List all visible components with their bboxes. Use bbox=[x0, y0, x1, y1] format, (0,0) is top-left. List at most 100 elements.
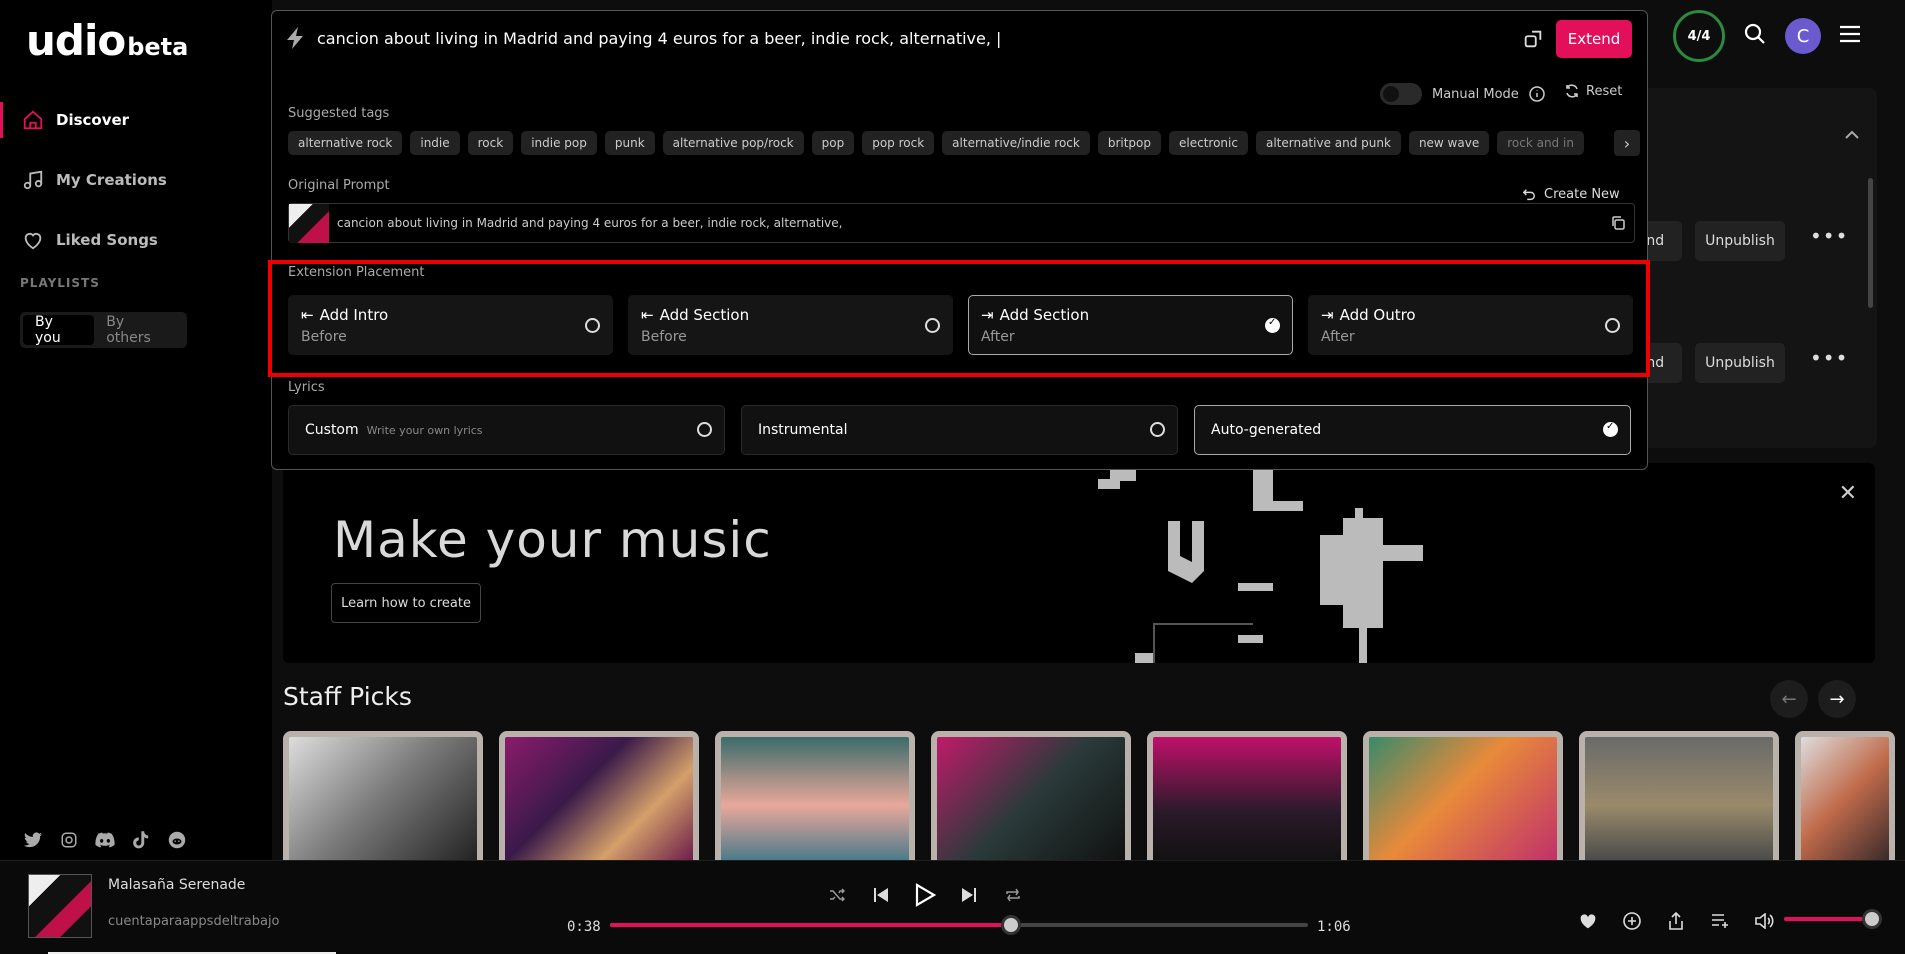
close-icon[interactable]: ✕ bbox=[1839, 481, 1857, 506]
music-note-icon bbox=[23, 170, 43, 190]
tag-chip[interactable]: rock bbox=[467, 131, 514, 155]
sidebar-item-liked-songs[interactable]: Liked Songs bbox=[0, 210, 272, 270]
lyrics-instrumental-option[interactable]: Instrumental bbox=[741, 405, 1178, 455]
more-icon[interactable]: ••• bbox=[1810, 346, 1848, 370]
tag-chip[interactable]: alternative pop/rock bbox=[662, 131, 804, 155]
add-icon[interactable] bbox=[1614, 907, 1650, 935]
radio-button[interactable] bbox=[1605, 318, 1620, 333]
staff-pick-card[interactable] bbox=[715, 731, 915, 861]
by-you-tab[interactable]: By you bbox=[23, 314, 95, 346]
tag-chip[interactable]: alternative and punk bbox=[1255, 131, 1401, 155]
prompt-input[interactable]: cancion about living in Madrid and payin… bbox=[317, 29, 1001, 48]
make-music-banner: Make your music Learn how to create ✕ bbox=[283, 463, 1875, 663]
progress-bar[interactable] bbox=[610, 915, 1308, 935]
tag-chip[interactable]: alternative rock bbox=[288, 131, 403, 155]
tag-chip[interactable]: punk bbox=[604, 131, 655, 155]
logo-text: udio bbox=[26, 16, 126, 65]
shuffle-icon[interactable] bbox=[815, 877, 859, 913]
tag-chip[interactable]: alternative/indie rock bbox=[942, 131, 1090, 155]
instagram-icon[interactable] bbox=[58, 829, 80, 851]
extend-button[interactable]: Extend bbox=[1556, 20, 1632, 58]
tag-chip[interactable]: pop bbox=[811, 131, 855, 155]
staff-pick-card[interactable] bbox=[931, 731, 1131, 861]
original-prompt-label: Original Prompt bbox=[288, 178, 390, 193]
placement-add-outro[interactable]: ⇥ Add Outro After bbox=[1308, 295, 1633, 355]
tag-chip[interactable]: indie pop bbox=[521, 131, 597, 155]
sidebar-item-my-creations[interactable]: My Creations bbox=[0, 150, 272, 210]
lyrics-custom-hint: Write your own lyrics bbox=[366, 424, 483, 437]
search-icon[interactable] bbox=[1743, 22, 1767, 50]
staff-pick-card[interactable] bbox=[1147, 731, 1347, 861]
tag-chip[interactable]: new wave bbox=[1408, 131, 1490, 155]
placement-title: ⇤ Add Intro bbox=[301, 306, 388, 324]
chevron-up-icon[interactable] bbox=[1845, 130, 1859, 140]
twitter-icon[interactable] bbox=[22, 829, 44, 851]
info-icon[interactable] bbox=[1529, 86, 1545, 102]
unpublish-button-row-2[interactable]: Unpublish bbox=[1695, 343, 1785, 383]
volume-icon[interactable] bbox=[1746, 907, 1782, 935]
tag-chip[interactable]: britpop bbox=[1097, 131, 1162, 155]
create-new-button[interactable]: Create New bbox=[1522, 187, 1620, 202]
track-title[interactable]: Malasaña Serenade bbox=[108, 877, 245, 893]
radio-button[interactable] bbox=[925, 318, 940, 333]
tiktok-icon[interactable] bbox=[130, 829, 152, 851]
social-links bbox=[22, 829, 188, 851]
share-icon[interactable] bbox=[1522, 28, 1544, 50]
repeat-icon[interactable] bbox=[991, 877, 1035, 913]
placement-title: ⇤ Add Section bbox=[641, 306, 749, 324]
tag-chip[interactable]: indie bbox=[410, 131, 460, 155]
volume-slider[interactable] bbox=[1784, 909, 1882, 929]
staff-pick-card[interactable] bbox=[283, 731, 483, 861]
share-icon[interactable] bbox=[1658, 907, 1694, 935]
radio-button-checked[interactable] bbox=[1265, 317, 1280, 333]
tag-chip[interactable]: electronic bbox=[1169, 131, 1248, 155]
chevron-right-icon[interactable]: › bbox=[1614, 130, 1640, 156]
sidebar-item-discover[interactable]: Discover bbox=[0, 90, 272, 150]
play-icon[interactable] bbox=[903, 877, 947, 913]
staff-pick-card[interactable] bbox=[1363, 731, 1563, 861]
arrow-right-icon[interactable]: → bbox=[1818, 680, 1856, 718]
manual-mode-toggle[interactable] bbox=[1380, 83, 1422, 105]
credits-counter[interactable]: 4/4 bbox=[1673, 10, 1725, 62]
reset-button[interactable]: Reset bbox=[1564, 83, 1622, 99]
track-art bbox=[289, 204, 329, 243]
lyrics-auto-option[interactable]: Auto-generated bbox=[1194, 405, 1631, 455]
staff-pick-card[interactable] bbox=[499, 731, 699, 861]
volume-handle[interactable] bbox=[1862, 909, 1882, 929]
tag-chip[interactable]: pop rock bbox=[862, 131, 935, 155]
heart-icon[interactable] bbox=[1570, 907, 1606, 935]
track-art[interactable] bbox=[28, 874, 92, 938]
lyrics-custom-option[interactable]: Custom Write your own lyrics bbox=[288, 405, 725, 455]
arrow-left-icon[interactable]: ← bbox=[1770, 680, 1808, 718]
radio-button-checked[interactable] bbox=[1603, 421, 1618, 437]
staff-pick-card[interactable] bbox=[1795, 731, 1895, 861]
playlists-label: PLAYLISTS bbox=[20, 276, 100, 290]
tag-chip[interactable]: rock and in bbox=[1497, 131, 1584, 155]
unpublish-button-row-1[interactable]: Unpublish bbox=[1695, 221, 1785, 261]
next-icon[interactable] bbox=[947, 877, 991, 913]
scrollbar[interactable] bbox=[1868, 178, 1873, 308]
queue-icon[interactable] bbox=[1702, 907, 1738, 935]
placement-add-section-after[interactable]: ⇥ Add Section After bbox=[968, 295, 1293, 355]
progress-handle[interactable] bbox=[1001, 915, 1022, 935]
more-icon[interactable]: ••• bbox=[1810, 224, 1848, 248]
previous-icon[interactable] bbox=[859, 877, 903, 913]
staff-picks-list bbox=[283, 731, 1895, 861]
avatar[interactable]: C bbox=[1785, 18, 1821, 54]
suggested-tags: alternative rock indie rock indie pop pu… bbox=[288, 131, 1635, 157]
menu-icon[interactable] bbox=[1839, 25, 1861, 47]
by-others-tab[interactable]: By others bbox=[94, 314, 184, 346]
copy-icon[interactable] bbox=[1610, 215, 1626, 231]
radio-button[interactable] bbox=[1150, 422, 1165, 437]
radio-button[interactable] bbox=[697, 422, 712, 437]
staff-pick-card[interactable] bbox=[1579, 731, 1779, 861]
placement-add-section-before[interactable]: ⇤ Add Section Before bbox=[628, 295, 953, 355]
learn-how-button[interactable]: Learn how to create bbox=[331, 583, 481, 623]
udio-logo[interactable]: udio beta bbox=[26, 16, 188, 65]
placement-add-intro[interactable]: ⇤ Add Intro Before bbox=[288, 295, 613, 355]
radio-button[interactable] bbox=[585, 318, 600, 333]
track-artist[interactable]: cuentaparaappsdeltrabajo bbox=[108, 914, 280, 929]
placement-sub: After bbox=[1321, 329, 1355, 345]
reddit-icon[interactable] bbox=[166, 829, 188, 851]
discord-icon[interactable] bbox=[94, 829, 116, 851]
